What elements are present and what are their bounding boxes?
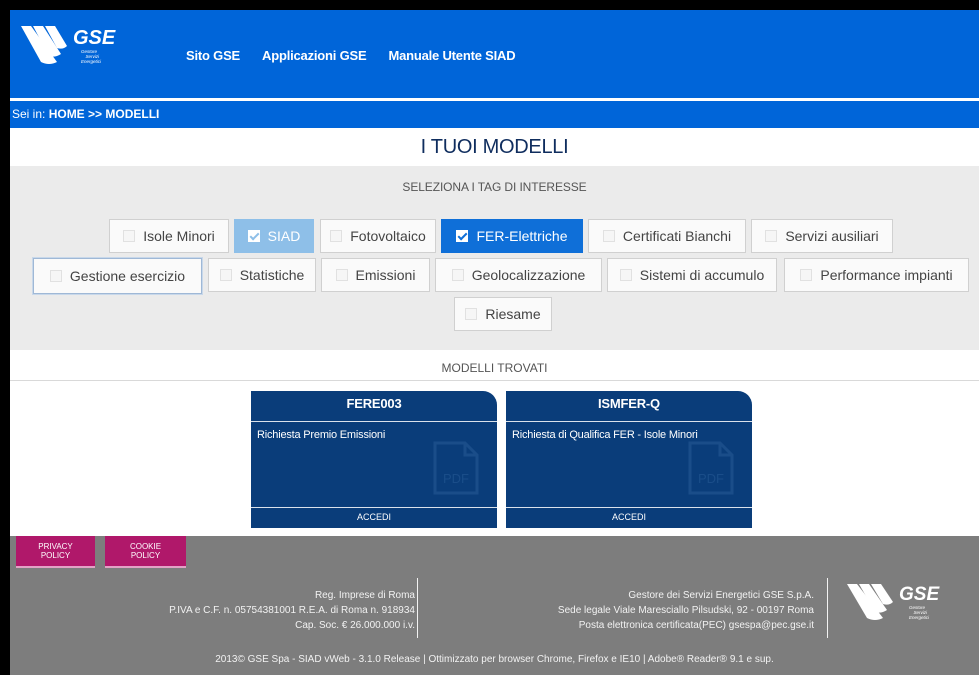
checkbox-icon xyxy=(451,269,464,281)
footer-company-registry: Reg. Imprese di Roma P.IVA e C.F. n. 057… xyxy=(115,588,415,633)
tag-siad[interactable]: SIAD xyxy=(234,219,314,253)
footer-right-line: Sede legale Viale Maresciallo Pilsudski,… xyxy=(557,605,814,616)
tag-geolocalizzazione[interactable]: Geolocalizzazione xyxy=(435,258,602,292)
cookie-policy-button[interactable]: COOKIE POLICY xyxy=(105,536,186,568)
svg-text:PDF: PDF xyxy=(443,471,469,486)
cookie-label-2: POLICY xyxy=(130,551,161,560)
model-code: ISMFER-Q xyxy=(598,396,660,411)
pdf-file-icon: PDF xyxy=(433,441,479,495)
tag-label: FER-Elettriche xyxy=(476,228,568,244)
tag-label: Sistemi di accumulo xyxy=(639,267,765,283)
tag-label: Certificati Bianchi xyxy=(622,228,732,244)
browser-viewport: GSE Gestore Servizi Energetici Sito GSE … xyxy=(10,10,979,675)
tag-gestione-esercizio[interactable]: Gestione esercizio xyxy=(33,258,202,294)
checkbox-checked-icon xyxy=(456,230,469,242)
tag-fer-elettriche[interactable]: FER-Elettriche xyxy=(441,219,583,253)
model-description: Richiesta di Qualifica FER - Isole Minor… xyxy=(512,429,698,441)
card-divider xyxy=(251,421,497,422)
breadcrumb-path[interactable]: HOME >> MODELLI xyxy=(49,107,160,121)
footer-left-line: Reg. Imprese di Roma xyxy=(314,590,415,601)
nav-sito-gse[interactable]: Sito GSE xyxy=(186,48,240,63)
footer-separator xyxy=(417,578,418,638)
footer-copyright: 2013© GSE Spa - SIAD vWeb - 3.1.0 Releas… xyxy=(215,654,774,665)
logo-text: GSE xyxy=(73,27,116,49)
tags-heading: SELEZIONA I TAG DI INTERESSE xyxy=(402,180,587,194)
tag-riesame[interactable]: Riesame xyxy=(454,297,552,331)
tag-filter-panel: SELEZIONA I TAG DI INTERESSE Isole Minor… xyxy=(10,166,979,350)
model-card-fere003[interactable]: FERE003 Richiesta Premio Emissioni PDF A… xyxy=(251,391,497,528)
accedi-button[interactable]: ACCEDI xyxy=(251,512,497,522)
footer-logo-sub-3: Energetici xyxy=(909,615,930,620)
gse-footer-logo[interactable]: GSE Gestore Servizi Energetici xyxy=(845,580,945,626)
logo-sub-3: Energetici xyxy=(81,59,102,64)
checkbox-icon xyxy=(602,230,615,242)
tag-label: Fotovoltaico xyxy=(350,228,426,244)
footer-left-line: P.IVA e C.F. n. 05754381001 R.E.A. di Ro… xyxy=(169,605,415,616)
footer-logo-text: GSE xyxy=(899,584,940,605)
footer: PRIVACY POLICY COOKIE POLICY Reg. Imprese … xyxy=(10,536,979,675)
tag-isole-minori[interactable]: Isole Minori xyxy=(109,219,229,253)
footer-right-line: Posta elettronica certificata(PEC) gsesp… xyxy=(578,620,814,631)
checkbox-icon xyxy=(800,269,813,281)
svg-text:PDF: PDF xyxy=(698,471,724,486)
divider xyxy=(10,380,979,381)
accedi-button[interactable]: ACCEDI xyxy=(506,512,752,522)
footer-company-info: Gestore dei Servizi Energetici GSE S.p.A… xyxy=(494,588,814,633)
breadcrumb-prefix: Sei in: xyxy=(12,107,49,121)
tag-fotovoltaico[interactable]: Fotovoltaico xyxy=(320,219,436,253)
checkbox-icon xyxy=(219,269,232,281)
card-divider xyxy=(506,421,752,422)
card-divider xyxy=(251,507,497,508)
footer-right-line: Gestore dei Servizi Energetici GSE S.p.A… xyxy=(628,590,814,601)
checkbox-checked-icon xyxy=(247,230,260,242)
breadcrumb: Sei in: HOME >> MODELLI xyxy=(10,101,979,128)
nav-applicazioni-gse[interactable]: Applicazioni GSE xyxy=(262,48,367,63)
tag-label: Performance impianti xyxy=(820,267,953,283)
checkbox-icon xyxy=(465,308,478,320)
checkbox-icon xyxy=(765,230,778,242)
header-bar: GSE Gestore Servizi Energetici Sito GSE … xyxy=(10,10,979,98)
footer-left-line: Cap. Soc. € 26.000.000 i.v. xyxy=(295,620,415,631)
tag-label: Statistiche xyxy=(239,267,305,283)
gse-logo[interactable]: GSE Gestore Servizi Energetici xyxy=(19,22,119,72)
tag-label: Riesame xyxy=(485,306,541,322)
cookie-label-1: COOKIE xyxy=(129,542,162,551)
tag-label: Isole Minori xyxy=(143,228,215,244)
card-divider xyxy=(506,507,752,508)
tag-sistemi-di-accumulo[interactable]: Sistemi di accumulo xyxy=(607,258,777,292)
privacy-policy-button[interactable]: PRIVACY POLICY xyxy=(16,536,95,568)
checkbox-icon xyxy=(330,230,343,242)
checkbox-icon xyxy=(123,230,136,242)
checkbox-icon xyxy=(335,269,348,281)
page-title: I TUOI MODELLI xyxy=(420,136,569,158)
checkbox-icon xyxy=(49,270,62,282)
tag-label: Gestione esercizio xyxy=(69,268,186,284)
model-code: FERE003 xyxy=(346,396,402,411)
footer-separator xyxy=(827,578,828,638)
model-card-ismfer-q[interactable]: ISMFER-Q Richiesta di Qualifica FER - Is… xyxy=(506,391,752,528)
tag-performance-impianti[interactable]: Performance impianti xyxy=(784,258,969,292)
tag-servizi-ausiliari[interactable]: Servizi ausiliari xyxy=(751,219,893,253)
tag-emissioni[interactable]: Emissioni xyxy=(321,258,430,292)
nav-manuale-utente[interactable]: Manuale Utente SIAD xyxy=(388,48,515,63)
tag-label: Emissioni xyxy=(355,267,416,283)
models-found-heading: MODELLI TROVATI xyxy=(441,361,548,375)
tag-label: Geolocalizzazione xyxy=(471,267,586,283)
tag-certificati-bianchi[interactable]: Certificati Bianchi xyxy=(588,219,746,253)
privacy-label-1: PRIVACY xyxy=(38,542,73,551)
tag-label: SIAD xyxy=(267,228,301,244)
checkbox-icon xyxy=(619,269,632,281)
model-description: Richiesta Premio Emissioni xyxy=(257,429,386,441)
tag-statistiche[interactable]: Statistiche xyxy=(208,258,316,292)
pdf-file-icon: PDF xyxy=(688,441,734,495)
tag-label: Servizi ausiliari xyxy=(785,228,879,244)
top-nav: Sito GSE Applicazioni GSE Manuale Utente… xyxy=(186,48,516,63)
privacy-label-2: POLICY xyxy=(40,551,71,560)
